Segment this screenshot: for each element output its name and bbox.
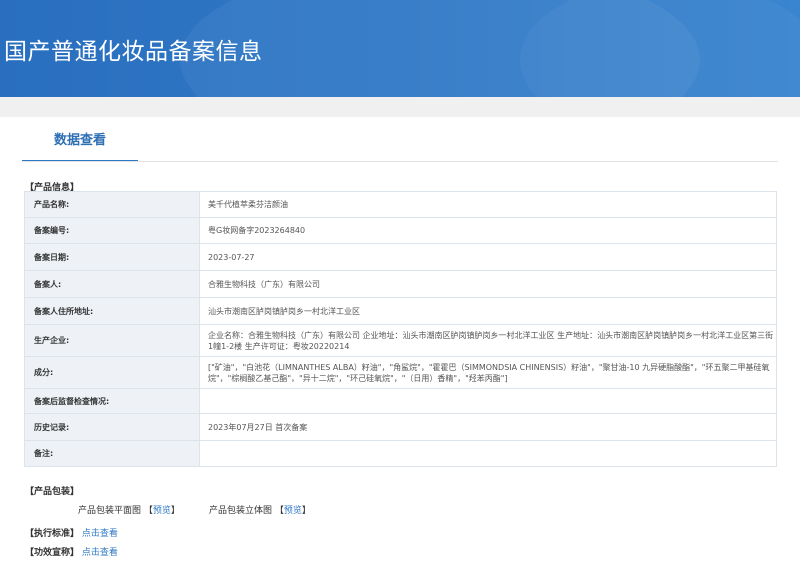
row-value: 汕头市潮南区胪岗镇胪岗乡一村北洋工业区: [199, 297, 777, 325]
row-value: ["矿油"，"白池花（LIMNANTHES ALBA）籽油"，"角鲨烷"，"霍霍…: [199, 356, 777, 389]
tab-label: 数据查看: [53, 133, 106, 148]
bracket-open: 【: [143, 506, 153, 516]
row-label: 备注:: [24, 440, 200, 467]
row-value: 美千代植萃柔芬洁颜油: [199, 191, 777, 218]
preview-flat-link[interactable]: 预览: [153, 506, 171, 516]
package-solid-row: 产品包装立体图 【预览】: [209, 503, 311, 516]
row-value: [199, 440, 777, 467]
efficacy-heading: 【功效宣称】: [25, 548, 80, 558]
table-row: 备案人: 合雅生物科技（广东）有限公司: [24, 270, 777, 298]
package-flat-row: 产品包装平面图 【预览】: [78, 503, 180, 516]
table-row: 备案日期: 2023-07-27: [24, 243, 777, 271]
package-solid-label: 产品包装立体图: [209, 506, 273, 516]
standard-row: 【执行标准】 点击查看: [25, 526, 118, 539]
row-label: 备案编号:: [24, 217, 200, 244]
table-row: 历史记录: 2023年07月27日 首次备案: [24, 413, 777, 441]
table-row: 备案编号: 粤G妆网备字2023264840: [24, 217, 777, 244]
row-value: 2023年07月27日 首次备案: [199, 413, 777, 441]
table-row: 备注:: [24, 440, 777, 467]
package-flat-label: 产品包装平面图: [78, 506, 142, 516]
row-label: 生产企业:: [24, 324, 200, 357]
bracket-close: 】: [170, 506, 180, 516]
row-value: [199, 388, 777, 414]
banner-decoration: [520, 0, 800, 97]
table-row: 生产企业: 企业名称：合雅生物科技（广东）有限公司 企业地址：汕头市潮南区胪岗镇…: [24, 324, 777, 357]
efficacy-view-link[interactable]: 点击查看: [82, 548, 118, 558]
row-value: 合雅生物科技（广东）有限公司: [199, 270, 777, 298]
efficacy-row: 【功效宣称】 点击查看: [25, 545, 118, 558]
row-label: 备案后监督检查情况:: [24, 388, 200, 414]
row-label: 备案日期:: [24, 243, 200, 271]
standard-heading: 【执行标准】: [25, 529, 80, 539]
tab-data-view[interactable]: 数据查看: [22, 127, 138, 162]
bracket-close: 】: [301, 506, 311, 516]
row-value: 2023-07-27: [199, 243, 777, 271]
header-banner: 国产普通化妆品备案信息: [0, 0, 800, 97]
main-content: 数据查看 【产品信息】 产品名称: 美千代植萃柔芬洁颜油 备案编号: 粤G妆网备…: [0, 117, 800, 585]
page-title: 国产普通化妆品备案信息: [4, 39, 263, 65]
table-row: 备案人住所地址: 汕头市潮南区胪岗镇胪岗乡一村北洋工业区: [24, 297, 777, 325]
row-label: 备案人住所地址:: [24, 297, 200, 325]
preview-solid-link[interactable]: 预览: [284, 506, 302, 516]
product-info-table: 产品名称: 美千代植萃柔芬洁颜油 备案编号: 粤G妆网备字2023264840 …: [24, 191, 777, 467]
package-heading: 【产品包装】: [25, 487, 80, 497]
row-value: 粤G妆网备字2023264840: [199, 217, 777, 244]
tab-divider: [22, 161, 778, 162]
table-row: 产品名称: 美千代植萃柔芬洁颜油: [24, 191, 777, 218]
table-row: 备案后监督检查情况:: [24, 388, 777, 414]
row-label: 历史记录:: [24, 413, 200, 441]
row-label: 备案人:: [24, 270, 200, 298]
bracket-open: 【: [274, 506, 284, 516]
row-value: 企业名称：合雅生物科技（广东）有限公司 企业地址：汕头市潮南区胪岗镇胪岗乡一村北…: [199, 324, 777, 357]
row-label: 产品名称:: [24, 191, 200, 218]
row-label: 成分:: [24, 356, 200, 389]
table-row: 成分: ["矿油"，"白池花（LIMNANTHES ALBA）籽油"，"角鲨烷"…: [24, 356, 777, 389]
standard-view-link[interactable]: 点击查看: [82, 529, 118, 539]
